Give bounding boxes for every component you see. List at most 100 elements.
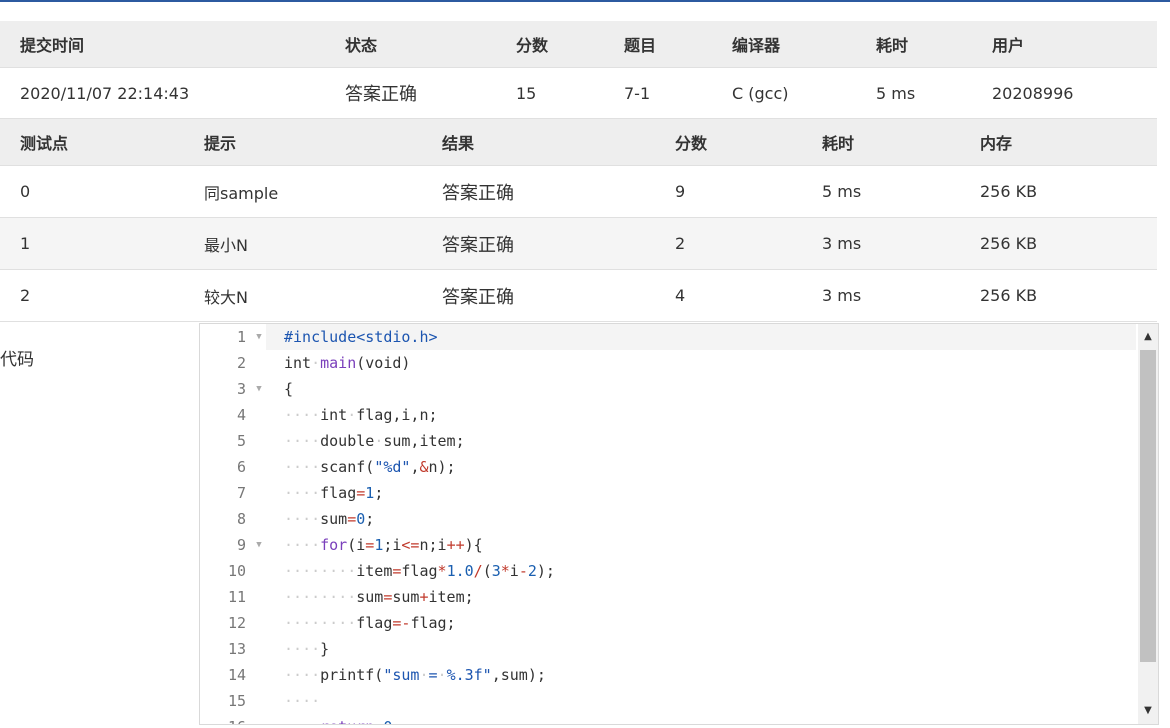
table-row: 0 同sample 答案正确 9 5 ms 256 KB xyxy=(0,165,1157,218)
code-line[interactable]: ········sum=sum+item; xyxy=(284,584,555,610)
line-number-row: 2 xyxy=(200,350,266,376)
case-hint: 较大N xyxy=(184,269,422,322)
submission-summary-table: 提交时间 状态 分数 题目 编译器 耗时 用户 2020/11/07 22:14… xyxy=(0,21,1157,119)
line-number-row: 3 ▼ xyxy=(200,376,266,402)
code-line[interactable]: ····} xyxy=(284,636,555,662)
line-number: 2 xyxy=(236,354,246,372)
code-line[interactable]: ····flag=1; xyxy=(284,480,555,506)
code-line[interactable]: ····int·flag,i,n; xyxy=(284,402,555,428)
line-number-row: 1 ▼ xyxy=(200,324,266,350)
code-line[interactable]: ········item=flag*1.0/(3*i-2); xyxy=(284,558,555,584)
summary-header-row: 提交时间 状态 分数 题目 编译器 耗时 用户 xyxy=(0,21,1157,68)
code-line[interactable]: ····scanf("%d",&n); xyxy=(284,454,555,480)
code-line[interactable]: ········flag=-flag; xyxy=(284,610,555,636)
problem-link[interactable]: 7-1 xyxy=(604,67,712,119)
top-border xyxy=(0,0,1170,2)
case-id: 1 xyxy=(0,217,184,270)
code-line[interactable]: ····printf("sum·=·%.3f",sum); xyxy=(284,662,555,688)
line-number: 13 xyxy=(227,640,246,658)
summary-row: 2020/11/07 22:14:43 答案正确 15 7-1 C (gcc) … xyxy=(0,67,1157,119)
case-score: 2 xyxy=(655,217,802,270)
header-result: 结果 xyxy=(422,119,655,166)
fold-arrow-icon[interactable]: ▼ xyxy=(252,532,266,558)
line-number-row: 11 xyxy=(200,584,266,610)
code-line[interactable]: #include<stdio.h> xyxy=(284,324,555,350)
line-number-row: 16 xyxy=(200,714,266,724)
line-number: 6 xyxy=(236,458,246,476)
case-memory: 256 KB xyxy=(960,165,1157,218)
header-compiler: 编译器 xyxy=(712,21,856,68)
line-number-row: 12 xyxy=(200,610,266,636)
line-number: 11 xyxy=(227,588,246,606)
score-value: 15 xyxy=(496,67,604,119)
vertical-scrollbar[interactable]: ▲ ▼ xyxy=(1138,324,1158,724)
header-case-score: 分数 xyxy=(655,119,802,166)
line-number-row: 15 xyxy=(200,688,266,714)
compiler-value: C (gcc) xyxy=(712,67,856,119)
line-number: 1 xyxy=(236,328,246,346)
code-line[interactable]: ····double·sum,item; xyxy=(284,428,555,454)
code-line[interactable]: ····return·0; xyxy=(284,714,555,724)
scroll-up-arrow-icon[interactable]: ▲ xyxy=(1138,328,1158,346)
header-score: 分数 xyxy=(496,21,604,68)
code-line[interactable]: ····for(i=1;i<=n;i++){ xyxy=(284,532,555,558)
line-number: 10 xyxy=(227,562,246,580)
line-number-row: 5 xyxy=(200,428,266,454)
case-id: 0 xyxy=(0,165,184,218)
case-hint: 同sample xyxy=(184,165,422,218)
header-elapsed: 耗时 xyxy=(856,21,972,68)
line-number: 8 xyxy=(236,510,246,528)
line-number-row: 13 xyxy=(200,636,266,662)
header-test-point: 测试点 xyxy=(0,119,184,166)
line-number: 5 xyxy=(236,432,246,450)
case-id: 2 xyxy=(0,269,184,322)
case-result: 答案正确 xyxy=(422,217,655,270)
case-result: 答案正确 xyxy=(422,165,655,218)
line-number-gutter: 1▼23▼456789▼10111213141516 xyxy=(200,324,266,724)
line-number-row: 10 xyxy=(200,558,266,584)
header-memory: 内存 xyxy=(960,119,1157,166)
code-line[interactable]: int·main(void) xyxy=(284,350,555,376)
line-number: 14 xyxy=(227,666,246,684)
status-accepted: 答案正确 xyxy=(325,67,496,119)
code-editor[interactable]: 1▼23▼456789▼10111213141516 #include<stdi… xyxy=(199,323,1159,725)
header-problem: 题目 xyxy=(604,21,712,68)
case-time: 5 ms xyxy=(802,165,960,218)
line-number-row: 14 xyxy=(200,662,266,688)
code-line[interactable]: ···· xyxy=(284,688,555,714)
scroll-down-arrow-icon[interactable]: ▼ xyxy=(1138,702,1158,720)
line-number: 9 xyxy=(236,536,246,554)
line-number: 3 xyxy=(236,380,246,398)
code-lines[interactable]: #include<stdio.h> int·main(void){····int·… xyxy=(284,324,555,724)
code-line[interactable]: { xyxy=(284,376,555,402)
header-user: 用户 xyxy=(972,21,1157,68)
code-line[interactable]: ····sum=0; xyxy=(284,506,555,532)
case-memory: 256 KB xyxy=(960,217,1157,270)
case-time: 3 ms xyxy=(802,269,960,322)
code-label: 代码 xyxy=(0,350,34,370)
user-value: 20208996 xyxy=(972,67,1157,119)
line-number: 15 xyxy=(227,692,246,710)
line-number: 12 xyxy=(227,614,246,632)
cases-header-row: 测试点 提示 结果 分数 耗时 内存 xyxy=(0,119,1157,166)
fold-arrow-icon[interactable]: ▼ xyxy=(252,324,266,350)
line-number-row: 4 xyxy=(200,402,266,428)
fold-arrow-icon[interactable]: ▼ xyxy=(252,376,266,402)
case-result: 答案正确 xyxy=(422,269,655,322)
case-time: 3 ms xyxy=(802,217,960,270)
case-hint: 最小N xyxy=(184,217,422,270)
header-status: 状态 xyxy=(325,21,496,68)
submit-time: 2020/11/07 22:14:43 xyxy=(0,67,325,119)
line-number: 7 xyxy=(236,484,246,502)
line-number: 4 xyxy=(236,406,246,424)
header-hint: 提示 xyxy=(184,119,422,166)
header-submit-time: 提交时间 xyxy=(0,21,325,68)
header-case-time: 耗时 xyxy=(802,119,960,166)
line-number-row: 9 ▼ xyxy=(200,532,266,558)
scrollbar-thumb[interactable] xyxy=(1140,350,1156,662)
line-number-row: 6 xyxy=(200,454,266,480)
table-row: 1 最小N 答案正确 2 3 ms 256 KB xyxy=(0,217,1157,270)
line-number: 16 xyxy=(206,714,246,724)
table-row: 2 较大N 答案正确 4 3 ms 256 KB xyxy=(0,269,1157,322)
test-case-table: 测试点 提示 结果 分数 耗时 内存 0 同sample 答案正确 9 5 ms… xyxy=(0,119,1157,322)
